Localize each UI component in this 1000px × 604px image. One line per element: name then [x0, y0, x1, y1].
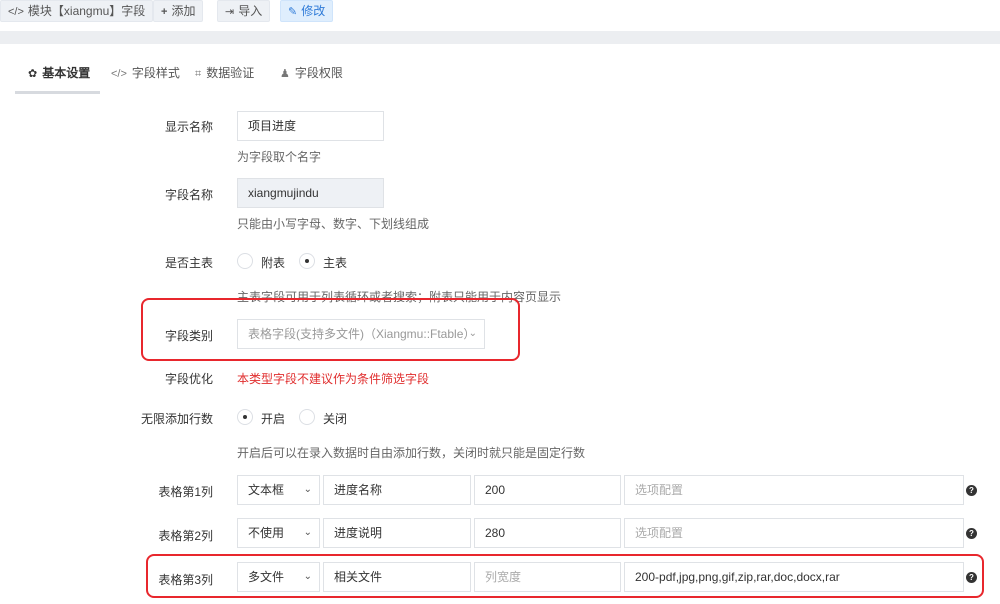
highlight-box-column-3 — [146, 554, 984, 598]
unlimited-on-radio-label: 开启 — [261, 412, 286, 426]
import-icon: ⇥ — [225, 6, 235, 18]
display-name-input[interactable]: 项目进度 — [237, 111, 384, 141]
chevron-down-icon: ⌄ — [303, 527, 312, 538]
column-1-type-select[interactable]: 文本框 ⌄ — [237, 475, 320, 505]
import-button[interactable]: ⇥ 导入 — [217, 0, 271, 22]
main-table-radio[interactable] — [299, 253, 315, 269]
is-main-label: 是否主表 — [164, 256, 213, 270]
column-2-type-select[interactable]: 不使用 ⌄ — [237, 518, 320, 548]
code-icon: </> — [8, 6, 24, 18]
column-1-width-input[interactable]: 200 — [474, 475, 621, 505]
question-circle-icon[interactable]: ? — [966, 485, 977, 496]
field-name-help: 只能由小写字母、数字、下划线组成 — [237, 217, 430, 231]
display-name-help: 为字段取个名字 — [237, 150, 322, 164]
toolbar-divider — [0, 31, 1000, 44]
column-1-config-input[interactable]: 选项配置 — [624, 475, 964, 505]
unlimited-off-radio[interactable] — [299, 409, 315, 425]
field-name-label: 字段名称 — [164, 188, 213, 202]
unlimited-rows-label: 无限添加行数 — [140, 412, 213, 426]
field-optimize-warning: 本类型字段不建议作为条件筛选字段 — [237, 372, 430, 386]
toolbar: </> 模块【xiangmu】字段 + 添加 ⇥ 导入 ✎ 修改 — [0, 0, 1000, 30]
user-icon: ♟ — [280, 68, 290, 80]
column-1-name-input[interactable]: 进度名称 — [323, 475, 471, 505]
code-icon: </> — [111, 68, 127, 80]
display-name-label: 显示名称 — [164, 120, 213, 134]
column-2-width-input[interactable]: 280 — [474, 518, 621, 548]
main-table-radio-label: 主表 — [323, 256, 348, 270]
module-fields-button[interactable]: </> 模块【xiangmu】字段 — [0, 0, 154, 22]
sub-table-radio[interactable] — [237, 253, 253, 269]
tab-data-validation[interactable]: ⌗ 数据验证 — [195, 64, 254, 94]
edit-icon: ✎ — [288, 6, 298, 18]
gear-icon: ✿ — [28, 68, 38, 80]
tab-field-permission[interactable]: ♟ 字段权限 — [280, 64, 343, 94]
highlight-box-field-type — [141, 298, 520, 361]
column-2-name-input[interactable]: 进度说明 — [323, 518, 471, 548]
unlimited-on-radio[interactable] — [237, 409, 253, 425]
crop-icon: ⌗ — [195, 68, 202, 80]
plus-icon: + — [161, 6, 168, 18]
chevron-down-icon: ⌄ — [303, 484, 312, 495]
column-1-label: 表格第1列 — [158, 485, 213, 499]
question-circle-icon[interactable]: ? — [966, 528, 977, 539]
unlimited-off-radio-label: 关闭 — [323, 412, 348, 426]
sub-table-radio-label: 附表 — [261, 256, 286, 270]
field-optimize-label: 字段优化 — [164, 372, 213, 386]
tab-basic-settings[interactable]: ✿ 基本设置 — [28, 64, 90, 94]
active-tab-indicator — [15, 91, 100, 94]
add-button[interactable]: + 添加 — [153, 0, 204, 22]
column-2-label: 表格第2列 — [158, 529, 213, 543]
tab-field-style[interactable]: </> 字段样式 — [111, 64, 180, 94]
column-2-config-input[interactable]: 选项配置 — [624, 518, 964, 548]
field-name-input[interactable]: xiangmujindu — [237, 178, 384, 208]
tab-bar: ✿ 基本设置 </> 字段样式 ⌗ 数据验证 ♟ 字段权限 — [0, 44, 1000, 94]
edit-button[interactable]: ✎ 修改 — [280, 0, 334, 22]
unlimited-rows-help: 开启后可以在录入数据时自由添加行数，关闭时就只能是固定行数 — [237, 446, 586, 460]
